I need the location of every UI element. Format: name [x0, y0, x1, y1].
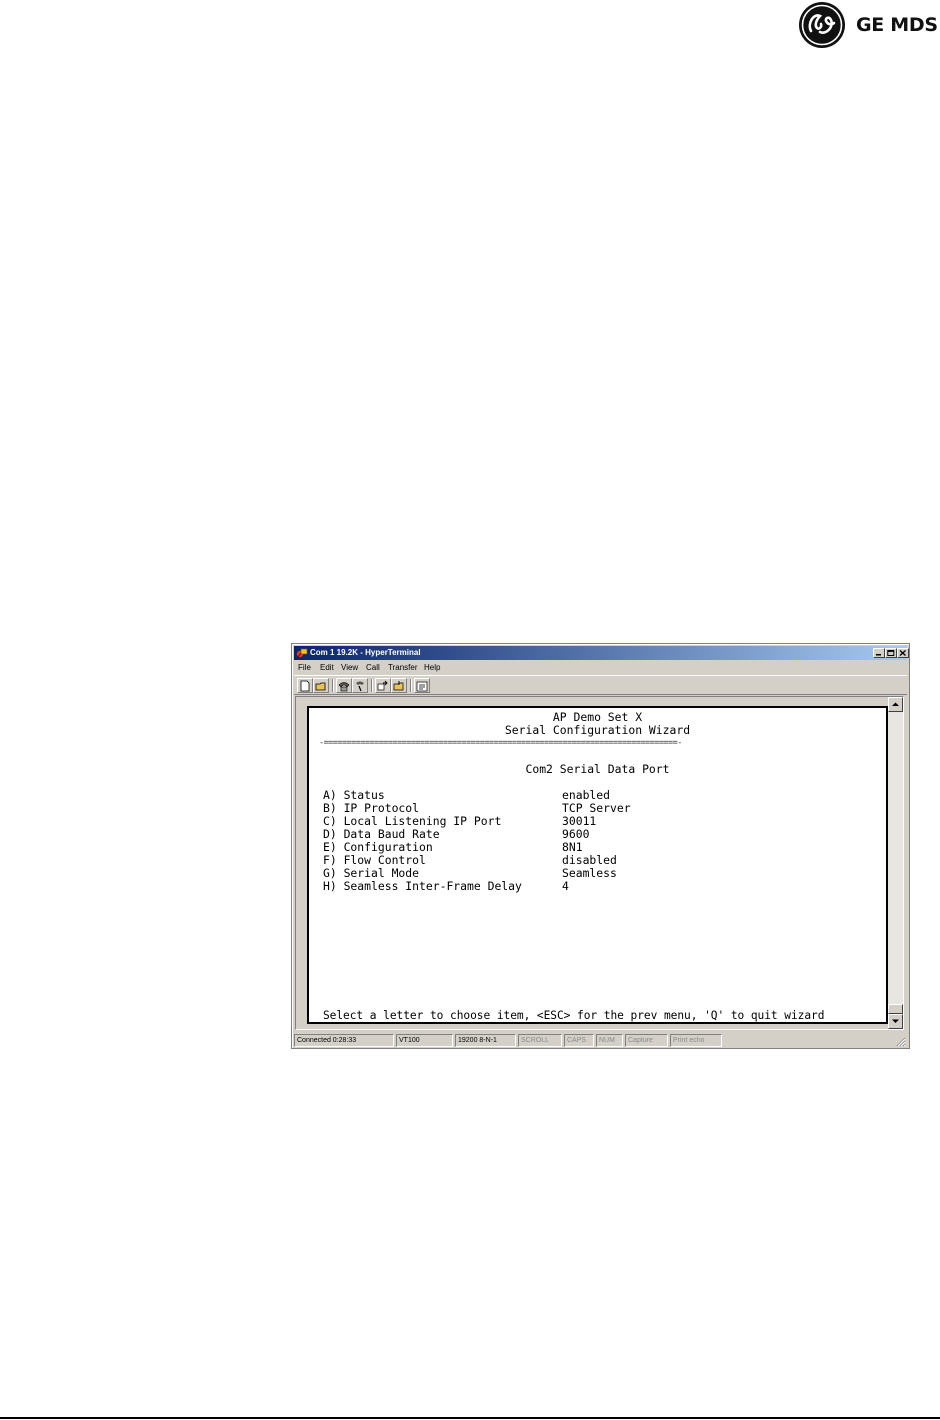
disconnect-button[interactable] — [352, 678, 368, 693]
toolbar — [294, 675, 907, 695]
toolbar-separator — [410, 679, 412, 692]
terminal-client-area: AP Demo Set X Serial Configuration Wizar… — [295, 696, 904, 1030]
arrow-down-icon — [892, 1019, 899, 1023]
window-title: Com 1 19.2K - HyperTerminal — [310, 648, 421, 657]
menu-bar: File Edit View Call Transfer Help — [294, 661, 907, 674]
terminal-screen[interactable]: AP Demo Set X Serial Configuration Wizar… — [307, 706, 888, 1024]
terminal-separator: -=======================================… — [319, 737, 682, 747]
scroll-up-button[interactable] — [888, 697, 903, 712]
close-button[interactable] — [897, 648, 909, 658]
toolbar-separator — [371, 679, 373, 692]
new-icon — [300, 680, 310, 692]
menu-item-value-h: 4 — [562, 879, 569, 893]
vertical-scrollbar[interactable] — [888, 697, 903, 1029]
terminal-prompt: Select a letter to choose item, <ESC> fo… — [323, 1009, 825, 1022]
menu-file[interactable]: File — [298, 661, 311, 674]
ge-mds-logo: GE MDS — [796, 0, 940, 52]
maximize-button[interactable] — [885, 648, 897, 658]
properties-icon — [416, 681, 428, 692]
status-print-echo: Print echo — [670, 1034, 722, 1047]
menu-item-value-g: Seamless — [562, 866, 617, 880]
hyperterminal-window: Com 1 19.2K - HyperTerminal File Edit Vi… — [291, 643, 910, 1049]
status-bar: Connected 0:28:33 VT100 19200 8-N-1 SCRO… — [294, 1034, 907, 1047]
menu-transfer[interactable]: Transfer — [388, 661, 418, 674]
menu-item-label-h: H) Seamless Inter-Frame Delay — [323, 879, 522, 893]
menu-call[interactable]: Call — [366, 661, 380, 674]
toolbar-separator — [332, 679, 334, 692]
open-button[interactable] — [313, 678, 329, 693]
status-caps: CAPS — [564, 1034, 594, 1047]
status-scroll: SCROLL — [518, 1034, 562, 1047]
status-capture: Capture — [625, 1034, 668, 1047]
minimize-icon — [876, 654, 881, 656]
title-bar[interactable]: Com 1 19.2K - HyperTerminal — [294, 646, 909, 660]
close-icon — [899, 650, 906, 656]
send-icon — [377, 680, 388, 691]
new-button[interactable] — [297, 678, 313, 693]
status-emulation: VT100 — [396, 1034, 453, 1047]
scroll-down-button[interactable] — [888, 1014, 903, 1029]
status-connected-time: Connected 0:28:33 — [294, 1034, 394, 1047]
maximize-icon — [887, 650, 895, 656]
scroll-thumb[interactable] — [888, 1004, 903, 1014]
receive-button[interactable] — [391, 678, 407, 693]
minimize-button[interactable] — [873, 648, 885, 658]
page-footer-rule — [0, 1417, 940, 1419]
menu-edit[interactable]: Edit — [320, 661, 334, 674]
menu-help[interactable]: Help — [424, 661, 440, 674]
ge-monogram-icon — [799, 2, 845, 48]
disconnect-icon — [356, 681, 364, 692]
hyperterminal-app-icon — [296, 648, 308, 658]
receive-icon — [393, 681, 404, 691]
status-num: NUM — [596, 1034, 623, 1047]
menu-view[interactable]: View — [341, 661, 358, 674]
status-port-settings: 19200 8-N-1 — [455, 1034, 516, 1047]
terminal-subheading: Serial Configuration Wizard — [504, 723, 691, 737]
resize-grip-icon[interactable] — [894, 1035, 906, 1047]
phone-icon — [338, 682, 350, 692]
send-button[interactable] — [375, 678, 391, 693]
arrow-up-icon — [892, 702, 899, 706]
properties-button[interactable] — [414, 678, 430, 693]
logo-text: GE MDS — [856, 14, 938, 36]
connect-button[interactable] — [336, 678, 352, 693]
terminal-section-title: Com2 Serial Data Port — [525, 762, 670, 776]
open-icon — [315, 682, 326, 691]
